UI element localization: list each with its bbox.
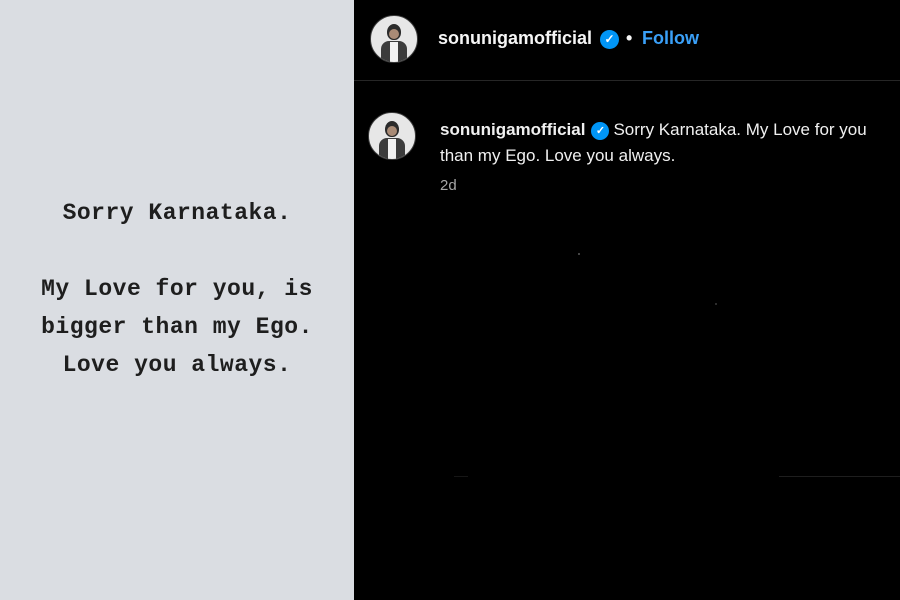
post-timestamp[interactable]: 2d <box>440 177 457 194</box>
post-details-panel: sonunigamofficial ✓ • Follow sonunigamof… <box>354 0 900 600</box>
follow-button[interactable]: Follow <box>642 28 699 49</box>
caption-line-2: than my Ego. Love you always. <box>440 146 676 165</box>
caption-username[interactable]: sonunigamofficial <box>440 120 585 139</box>
header-divider <box>354 80 900 81</box>
background-speck <box>715 303 717 305</box>
post-text-line-1: Sorry Karnataka. <box>62 200 292 226</box>
post-text-line-2: My Love for you, is <box>41 276 313 302</box>
verified-badge-icon: ✓ <box>591 122 610 140</box>
caption-line-1: sonunigamofficial ✓ Sorry Karnataka. My Lo… <box>440 120 867 140</box>
post-text-line-3: bigger than my Ego. <box>41 314 313 340</box>
faint-divider <box>454 476 468 477</box>
post-text-line-4: Love you always. <box>62 352 292 378</box>
caption-avatar[interactable] <box>368 112 416 160</box>
image-post-panel: Sorry Karnataka. My Love for you, is big… <box>0 0 354 600</box>
separator-dot: • <box>626 28 633 48</box>
profile-avatar[interactable] <box>370 15 418 63</box>
caption-text-1: Sorry Karnataka. My Love for you <box>613 120 867 139</box>
background-speck <box>578 253 580 255</box>
verified-badge-icon: ✓ <box>600 30 619 49</box>
header-username[interactable]: sonunigamofficial <box>438 28 592 49</box>
faint-divider <box>779 476 900 477</box>
